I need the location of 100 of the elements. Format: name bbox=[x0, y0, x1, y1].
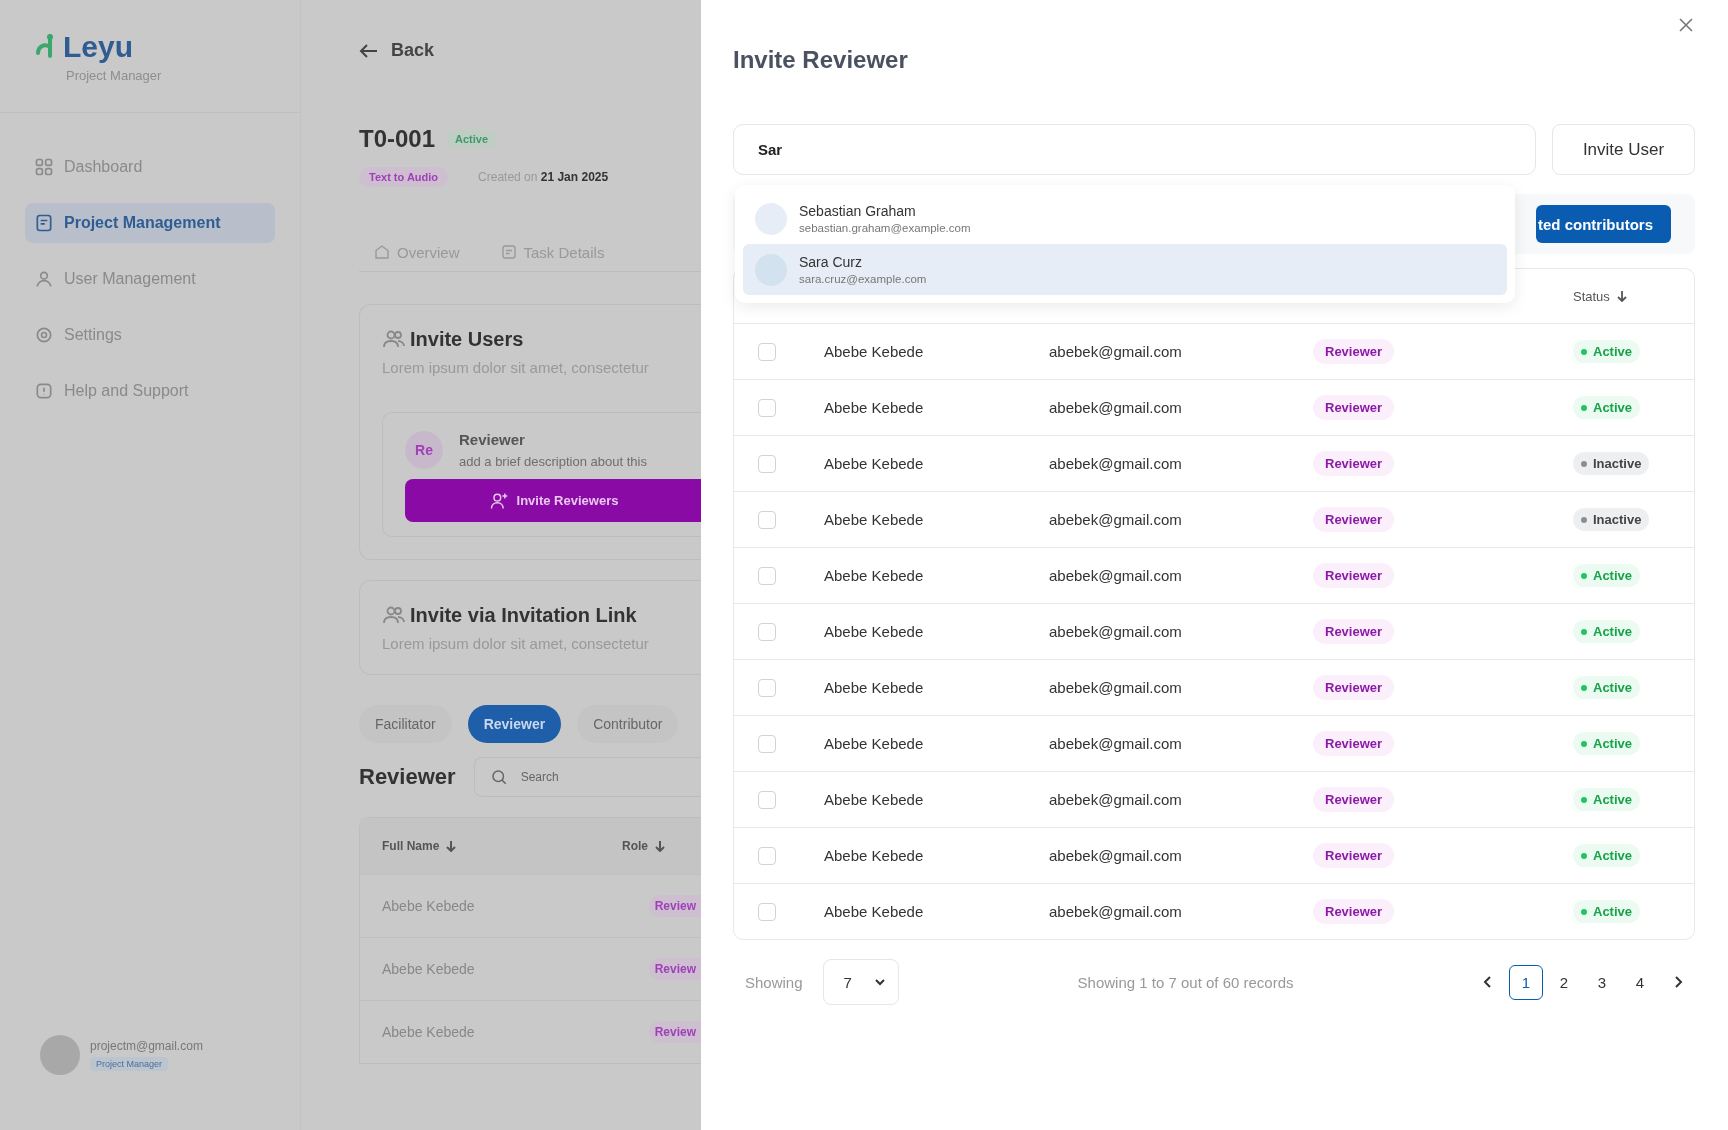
column-header[interactable]: Status bbox=[1573, 288, 1694, 304]
invite-reviewers-button[interactable]: Invite Reviewers bbox=[405, 479, 701, 522]
role-badge: Reviewer bbox=[1313, 395, 1395, 420]
role-badge: Reviewer bbox=[1313, 787, 1395, 812]
row-checkbox[interactable] bbox=[758, 510, 776, 529]
role-badge: Reviewer bbox=[1313, 675, 1395, 700]
name-cell-text: Abebe Kebede bbox=[824, 343, 925, 360]
avatar bbox=[40, 1035, 80, 1075]
showing-label: Showing bbox=[745, 973, 803, 991]
name-cell-text: Abebe Kebede bbox=[824, 455, 925, 472]
role-tab[interactable]: Contributor bbox=[577, 705, 679, 743]
status-badge: Active bbox=[1573, 732, 1641, 755]
table-cell-text: Abebe Kebede bbox=[382, 898, 476, 914]
page-button[interactable]: 3 bbox=[1585, 964, 1619, 1000]
role-tab[interactable]: Facilitator bbox=[359, 705, 452, 743]
role-badge: Reviewer bbox=[1313, 451, 1395, 476]
close-icon[interactable] bbox=[1679, 18, 1693, 32]
status-badge: Active bbox=[1573, 396, 1641, 419]
name-cell-text: Abebe Kebede bbox=[824, 567, 925, 584]
sort-arrow-icon bbox=[445, 840, 458, 852]
status-badge: Inactive bbox=[1573, 452, 1650, 475]
status-badge: Active bbox=[1573, 620, 1641, 643]
row-checkbox[interactable] bbox=[758, 902, 776, 921]
status-badge: Active bbox=[1573, 900, 1641, 923]
page-button[interactable]: 4 bbox=[1623, 964, 1657, 1000]
task-title: T0-001 bbox=[359, 125, 436, 153]
name-cell-text: Abebe Kebede bbox=[824, 623, 925, 640]
search-field[interactable]: Search bbox=[473, 757, 701, 797]
row-checkbox[interactable] bbox=[758, 398, 776, 417]
status-badge: Active bbox=[1573, 564, 1641, 587]
row-checkbox[interactable] bbox=[758, 846, 776, 865]
search-field[interactable]: Sar bbox=[733, 124, 1536, 175]
page-button[interactable]: 1 bbox=[1509, 964, 1543, 1000]
app-subtitle: Project Manager bbox=[66, 68, 162, 83]
home-icon bbox=[373, 243, 391, 261]
card-title: Invite Users bbox=[410, 327, 524, 351]
status-badge: Active bbox=[447, 130, 497, 148]
role-badge: Reviewer bbox=[1313, 843, 1395, 868]
row-checkbox[interactable] bbox=[758, 790, 776, 809]
grid-icon bbox=[34, 157, 54, 177]
type-tag: Text to Audio bbox=[359, 167, 449, 187]
email-cell-text: abebek@gmail.com bbox=[1049, 567, 1183, 584]
suggestion-item[interactable]: Sara Curz sara.cruz@example.com bbox=[743, 244, 1507, 295]
user-email: sara.cruz@example.com bbox=[799, 273, 927, 285]
role-badge: Review bbox=[648, 1021, 701, 1043]
search-icon bbox=[489, 768, 508, 786]
user-name: Sebastian Graham bbox=[799, 203, 917, 219]
row-checkbox[interactable] bbox=[758, 734, 776, 753]
invite-user-button[interactable]: Invite User bbox=[1552, 124, 1695, 175]
page-button[interactable]: 2 bbox=[1547, 964, 1581, 1000]
status-badge: Active bbox=[1573, 676, 1641, 699]
sort-arrow-icon bbox=[1615, 290, 1628, 302]
initials-avatar: Re bbox=[405, 431, 443, 469]
role-badge: Reviewer bbox=[1313, 507, 1395, 532]
role-tab[interactable]: Reviewer bbox=[467, 705, 562, 743]
status-badge: Active bbox=[1573, 788, 1641, 811]
email-cell-text: abebek@gmail.com bbox=[1049, 623, 1183, 640]
user-name: Sara Curz bbox=[799, 254, 864, 270]
status-badge: Active bbox=[1573, 340, 1641, 363]
row-checkbox[interactable] bbox=[758, 622, 776, 641]
email-cell-text: abebek@gmail.com bbox=[1049, 791, 1183, 808]
column-header[interactable]: Full Name bbox=[382, 839, 622, 853]
name-cell-text: Abebe Kebede bbox=[824, 679, 925, 696]
back-link[interactable]: Back bbox=[359, 40, 701, 61]
role-badge: Review bbox=[648, 895, 701, 917]
role-badge: Project Manager bbox=[90, 1057, 169, 1071]
row-checkbox[interactable] bbox=[758, 342, 776, 361]
user-email: sebastian.graham@example.com bbox=[799, 222, 971, 234]
email-cell-text: abebek@gmail.com bbox=[1049, 903, 1183, 920]
name-cell-text: Abebe Kebede bbox=[824, 511, 925, 528]
row-checkbox[interactable] bbox=[758, 454, 776, 473]
email-cell-text: abebek@gmail.com bbox=[1049, 511, 1183, 528]
section-title: Reviewer bbox=[359, 764, 456, 790]
contributors-button[interactable]: ted contributors bbox=[1536, 205, 1671, 243]
table-cell-text: Abebe Kebede bbox=[382, 1024, 476, 1040]
status-badge: Active bbox=[1573, 844, 1641, 867]
drawer-title: Invite Reviewer bbox=[733, 46, 909, 74]
email-cell-text: abebek@gmail.com bbox=[1049, 735, 1183, 752]
records-summary: Showing 1 to 7 out of 60 records bbox=[1077, 973, 1294, 991]
role-badge: Reviewer bbox=[1313, 731, 1395, 756]
name-cell-text: Abebe Kebede bbox=[824, 903, 925, 920]
email-cell-text: abebek@gmail.com bbox=[1049, 847, 1183, 864]
name-cell-text: Abebe Kebede bbox=[824, 399, 925, 416]
role-description: add a brief description about this bbox=[459, 454, 647, 469]
column-header[interactable]: Role bbox=[622, 839, 701, 853]
role-badge: Reviewer bbox=[1313, 899, 1395, 924]
card-title: Invite via Invitation Link bbox=[410, 603, 637, 627]
sidebar-item[interactable]: Project Management bbox=[25, 203, 275, 243]
role-badge: Review bbox=[648, 958, 701, 980]
name-cell-text: Abebe Kebede bbox=[824, 847, 925, 864]
avatar bbox=[755, 202, 787, 235]
role-badge: Reviewer bbox=[1313, 563, 1395, 588]
role-badge: Reviewer bbox=[1313, 619, 1395, 644]
email-cell-text: abebek@gmail.com bbox=[1049, 399, 1183, 416]
suggestion-item[interactable]: Sebastian Graham sebastian.graham@example.com bbox=[743, 193, 1507, 244]
page-size-select[interactable]: 7 bbox=[822, 959, 899, 1005]
chevron-down-icon bbox=[873, 976, 886, 988]
row-checkbox[interactable] bbox=[758, 678, 776, 697]
clipboard-icon bbox=[499, 243, 518, 261]
row-checkbox[interactable] bbox=[758, 566, 776, 585]
